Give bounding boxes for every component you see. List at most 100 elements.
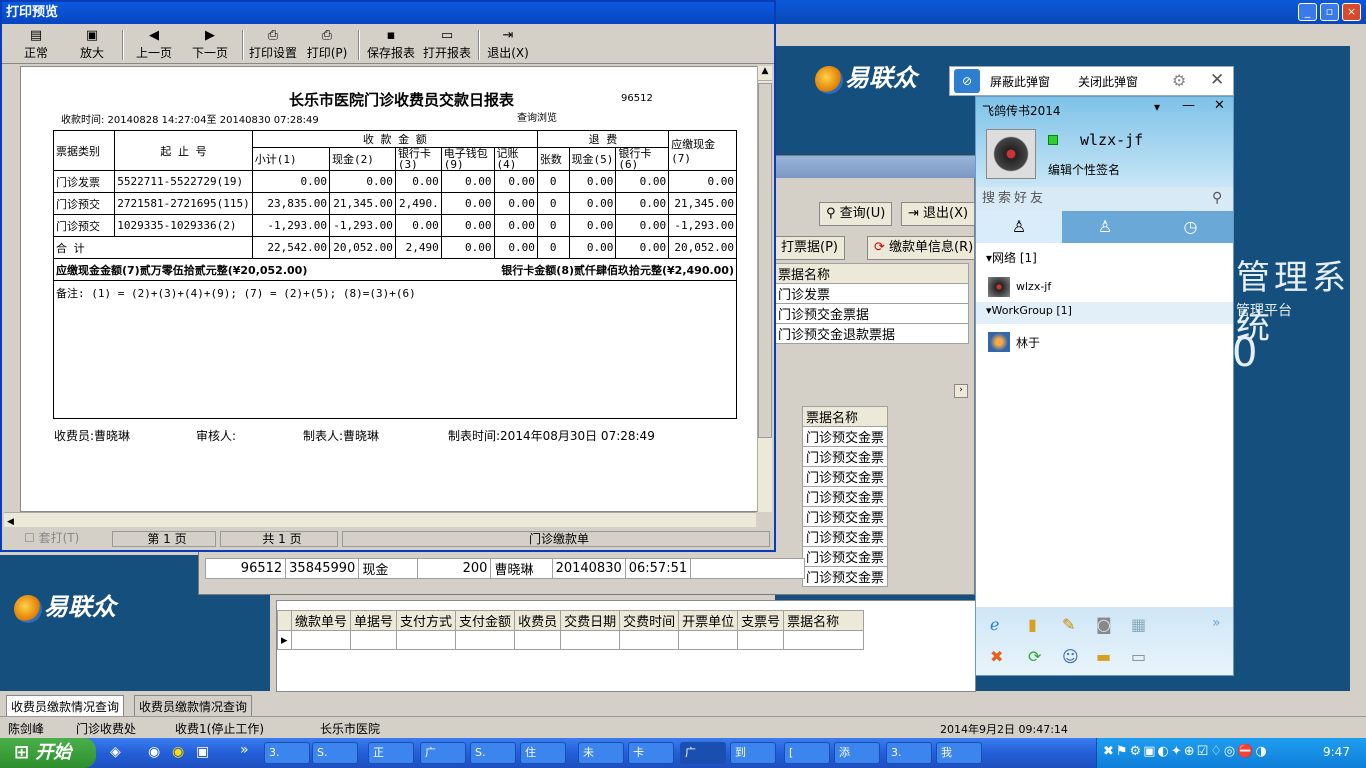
grid-header[interactable]: 交费时间 [619, 610, 680, 631]
scroll-right-button[interactable]: › [954, 384, 968, 398]
tray-icons[interactable]: ✖⚑⚙▣◐✦⊕☑♢◎⛔◑ [1103, 744, 1313, 759]
tab-groups[interactable]: ♙ [1062, 211, 1148, 243]
quicklaunch-icon[interactable]: ◈ [110, 744, 121, 760]
exit-preview-button[interactable]: ⇥ 退出(X) [484, 28, 532, 62]
online-status-icon[interactable] [1048, 135, 1058, 145]
taskbar-item[interactable]: 3. [886, 742, 932, 764]
search-friends-input[interactable]: 搜索好友 [976, 187, 1233, 211]
taskbar-item[interactable]: 广 [420, 742, 466, 764]
prev-page-button[interactable]: ◀ 上一页 [130, 28, 178, 62]
scroll-thumb[interactable] [758, 83, 772, 438]
table-row[interactable]: 门诊发票 [774, 283, 969, 304]
table-row[interactable]: 门诊预交金票 [801, 466, 889, 487]
horizontal-scrollbar[interactable]: ◀ [4, 512, 756, 527]
quicklaunch-icon[interactable]: ▣ [196, 744, 209, 760]
quicklaunch-icon[interactable]: ◉ [148, 744, 160, 760]
search-icon[interactable]: ⚲ [1212, 190, 1222, 206]
quicklaunch-icon[interactable]: ◉ [172, 744, 184, 760]
table-row[interactable]: 门诊预交金票 [801, 566, 889, 587]
block-popup-button[interactable]: 屏蔽此弹窗 [990, 73, 1050, 90]
table-cell[interactable]: 35845990 [285, 558, 360, 579]
close-icon[interactable]: ✕ [1214, 98, 1225, 113]
table-row[interactable]: 门诊预交金票 [801, 526, 889, 547]
taskbar-item[interactable]: S. [312, 742, 358, 764]
taskbar-item[interactable]: 广 [680, 742, 726, 764]
app-icon[interactable]: ▦ [1131, 615, 1146, 634]
avatar[interactable] [986, 129, 1036, 179]
taskbar-item[interactable]: 住 [520, 742, 566, 764]
browser-icon[interactable]: ℯ [990, 615, 999, 634]
open-report-button[interactable]: ▭ 打开报表 [420, 28, 474, 62]
table-cell[interactable]: 曹晓琳 [490, 558, 553, 579]
table-cell[interactable]: 现金 [358, 558, 418, 579]
table-cell[interactable]: 96512 [204, 558, 287, 579]
signature-field[interactable]: 编辑个性签名 [1048, 161, 1120, 178]
query-button[interactable]: ⚲ 查询(U) [819, 202, 893, 226]
grid-header[interactable]: 缴款单号 [290, 610, 352, 631]
tools-icon[interactable]: ✖ [990, 647, 1003, 666]
restore-icon[interactable]: ▫ [1320, 3, 1339, 21]
table-cell[interactable]: 06:57:51 [624, 558, 692, 579]
table-row[interactable]: 门诊预交金票据 [774, 303, 969, 324]
users-icon[interactable]: ☺ [1062, 647, 1079, 666]
taskbar-item[interactable]: 正 [368, 742, 414, 764]
table-row[interactable]: 门诊预交金票 [801, 546, 889, 567]
grid-header[interactable]: 单据号 [350, 610, 398, 631]
taskbar-item[interactable]: 我 [936, 742, 982, 764]
payment-info-button[interactable]: ⟳ 缴款单信息(R) [867, 236, 975, 260]
exit-button[interactable]: ⇥ 退出(X) [901, 202, 976, 226]
start-button[interactable]: ⊞ 开始 [0, 738, 96, 768]
table-row[interactable]: 门诊预交金退款票据 [774, 323, 969, 344]
close-icon[interactable]: × [1342, 3, 1361, 21]
taskbar-item[interactable]: 卡 [628, 742, 674, 764]
group-workgroup[interactable]: ▾WorkGroup [1] [986, 304, 1072, 317]
row-selector[interactable]: ▸ [277, 630, 292, 650]
skin-icon[interactable]: ▾ [1154, 100, 1160, 114]
print-receipt-button[interactable]: 打票据(P) [774, 236, 845, 260]
tab-cashier-query[interactable]: 收费员缴款情况查询 [6, 695, 125, 718]
grid-header[interactable]: 交费日期 [560, 610, 621, 631]
print-button[interactable]: ⎙ 打印(P) [302, 28, 352, 62]
folder-icon[interactable]: ▬ [1096, 647, 1111, 666]
contact-item[interactable]: wlzx-jf [1016, 280, 1051, 293]
scroll-up-icon[interactable]: ▲ [758, 66, 772, 81]
group-network[interactable]: ▾网络 [1] [986, 249, 1037, 266]
table-cell[interactable] [690, 558, 805, 579]
print-setup-button[interactable]: ⎙ 打印设置 [246, 28, 300, 62]
grid-header[interactable]: 收费员 [514, 610, 562, 631]
table-row[interactable]: 门诊预交金票 [801, 446, 889, 467]
grid-header[interactable]: 开票单位 [678, 610, 739, 631]
close-popup-button[interactable]: 关闭此弹窗 [1078, 73, 1138, 90]
grid-header[interactable]: 支付方式 [396, 610, 457, 631]
minimize-icon[interactable]: _ [1298, 3, 1317, 21]
camera-icon[interactable]: ◙ [1096, 615, 1112, 634]
note-icon[interactable]: ▮ [1028, 615, 1037, 634]
normal-button[interactable]: ▤ 正常 [16, 28, 56, 62]
tab-cashier-query-2[interactable]: 收费员缴款情况查询 [134, 695, 253, 718]
quicklaunch-more-icon[interactable]: » [240, 742, 249, 758]
grid-header[interactable]: 支付金额 [455, 610, 516, 631]
more-icon[interactable]: » [1212, 615, 1221, 631]
tab-contacts[interactable]: ♙ [976, 211, 1062, 243]
gear-icon[interactable]: ⚙ [1172, 71, 1186, 90]
next-page-button[interactable]: ▶ 下一页 [186, 28, 234, 62]
taskbar-item[interactable]: 3. [264, 742, 310, 764]
table-row[interactable]: 门诊预交金票 [801, 426, 889, 447]
multi-print-checkbox[interactable]: ☐ 套打(T) [18, 531, 108, 547]
taskbar-item[interactable]: S. [470, 742, 516, 764]
scroll-left-icon[interactable]: ◀ [4, 517, 14, 527]
tab-recent[interactable]: ◷ [1148, 211, 1233, 243]
table-cell[interactable]: 20140830 [551, 558, 626, 579]
contact-item[interactable]: 林于 [1016, 334, 1040, 351]
table-row[interactable]: 门诊预交金票 [801, 506, 889, 527]
minimize-icon[interactable]: — [1182, 98, 1195, 113]
save-report-button[interactable]: ▪ 保存报表 [364, 28, 418, 62]
message-icon[interactable]: ▭ [1131, 647, 1146, 666]
sync-icon[interactable]: ⟳ [1028, 647, 1041, 666]
edit-icon[interactable]: ✎ [1062, 615, 1075, 634]
grid-header[interactable]: 支票号 [737, 610, 785, 631]
table-cell[interactable]: 200 [416, 558, 492, 579]
zoom-button[interactable]: ▣ 放大 [72, 28, 112, 62]
grid-header[interactable]: 票据名称 [783, 610, 865, 631]
close-icon[interactable]: ✕ [1210, 70, 1224, 90]
